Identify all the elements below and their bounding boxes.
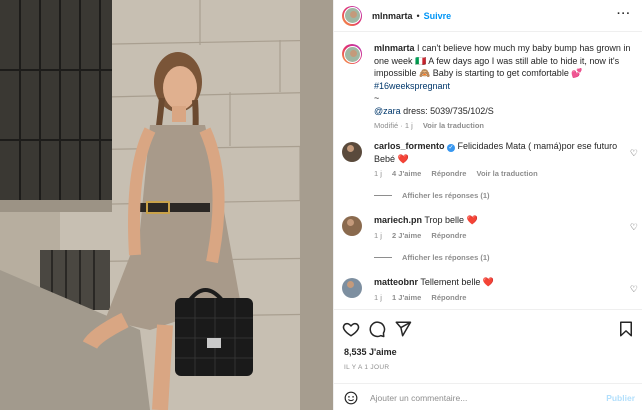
replies-divider [374,257,392,258]
post-photo[interactable] [0,0,333,410]
reply-button[interactable]: Répondre [431,169,466,178]
post-header: mlnmarta • Suivre ··· [334,0,642,32]
post-sidebar: mlnmarta • Suivre ··· mlnmarta I can't b… [333,0,642,410]
post-actions: 8,535 J'aime IL Y A 1 JOUR Publier [334,309,642,410]
pink-heart-icon: 💕 [571,68,583,78]
separator-dot: • [416,10,420,21]
red-heart-icon: ❤️ [482,277,495,287]
commenter-avatar[interactable] [342,216,362,236]
caption-text: mlnmarta I can't believe how much my bab… [374,43,631,116]
red-heart-icon: ❤️ [397,153,409,164]
comment-meta: 1 j 2 J'aime Répondre [374,230,467,240]
caption: mlnmarta I can't believe how much my bab… [342,42,632,130]
caption-translate-link[interactable]: Voir la traduction [423,121,484,130]
comment-item: mariech.pn Trop belle ❤️ 1 j 2 J'aime Ré… [342,214,638,240]
show-replies-button[interactable]: Afficher les réponses (1) [374,253,490,262]
replies-divider [374,195,392,196]
like-comment-icon[interactable]: ♡ [630,222,638,233]
comment-likes[interactable]: 4 J'aime [392,169,421,178]
reply-button[interactable]: Répondre [431,293,466,302]
caption-modified: Modifié · 1 j [374,121,413,130]
like-comment-icon[interactable]: ♡ [630,148,638,159]
comment-text: carlos_formento ✓ Felicidades Mata ( mam… [374,141,618,164]
caption-tilde: ~ [374,93,380,103]
post-image [0,0,333,410]
comment-meta: 1 j 1 J'aime Répondre [374,292,467,302]
show-replies-button[interactable]: Afficher les réponses (1) [374,191,490,200]
more-icon[interactable]: ··· [617,8,631,20]
follow-button[interactable]: Suivre [424,11,452,21]
comment-icon[interactable] [368,320,386,338]
emoji-icon: 🇮🇹 [415,55,427,66]
caption-username[interactable]: mlnmarta [374,43,415,53]
comment-meta: 1 j 4 J'aime Répondre Voir la traduction [374,169,538,178]
caption-avatar[interactable] [342,44,362,64]
comment-likes[interactable]: 1 J'aime [392,293,421,302]
comments-list[interactable]: mlnmarta I can't believe how much my bab… [334,33,642,309]
red-heart-icon: ❤️ [466,215,478,225]
comment-input[interactable] [370,392,580,403]
commenter-avatar[interactable] [342,278,362,298]
author-avatar[interactable] [342,5,362,26]
comment-text: mariech.pn Trop belle ❤️ [374,215,478,225]
comment-text: matteobnr Tellement belle ❤️ [374,277,495,287]
emoji-icon: 🙈 [419,68,431,78]
save-bookmark-icon[interactable] [617,320,635,338]
zara-mention[interactable]: @zara [374,106,401,116]
like-count[interactable]: 8,535 J'aime [344,347,397,357]
commenter-username[interactable]: carlos_formento [374,141,445,151]
hashtag-link[interactable]: #16weekspregnant [374,81,450,91]
comment-translate-link[interactable]: Voir la traduction [477,169,538,178]
author-username[interactable]: mlnmarta [372,11,413,21]
commenter-username[interactable]: mariech.pn [374,215,422,225]
like-comment-icon[interactable]: ♡ [630,284,638,295]
caption-meta: Modifié · 1 j Voir la traduction [374,121,632,130]
publish-button[interactable]: Publier [606,393,635,403]
add-comment-bar: Publier [334,383,642,411]
like-heart-icon[interactable] [342,320,360,338]
reply-button[interactable]: Répondre [431,231,466,240]
post-time: IL Y A 1 JOUR [344,364,390,371]
comment-item: carlos_formento ✓ Felicidades Mata ( mam… [342,140,638,178]
comment-item: matteobnr Tellement belle ❤️ 1 j 1 J'aim… [342,276,638,302]
commenter-avatar[interactable] [342,142,362,162]
verified-icon: ✓ [447,144,456,152]
share-icon[interactable] [394,320,412,338]
comment-likes[interactable]: 2 J'aime [392,231,421,240]
emoji-icon[interactable] [344,391,358,405]
commenter-username[interactable]: matteobnr [374,277,418,287]
post-modal: mlnmarta • Suivre ··· mlnmarta I can't b… [0,0,642,410]
